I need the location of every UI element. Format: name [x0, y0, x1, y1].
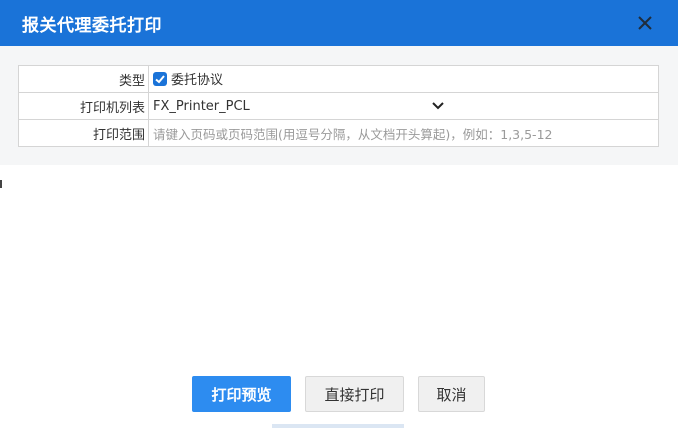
printer-value: FX_Printer_PCL: [153, 98, 250, 114]
close-icon[interactable]: [634, 12, 656, 34]
range-label: 打印范围: [18, 119, 149, 147]
edge-mark: [0, 180, 2, 188]
chevron-down-icon[interactable]: [432, 99, 444, 114]
range-placeholder: 请键入页码或页码范围(用逗号分隔，从文档开头算起)，例如：1,3,5-12: [153, 126, 553, 142]
form-area: 类型 委托协议 打印机列表 FX_Printer_PCL 打印范围 请键入页码或…: [0, 46, 678, 165]
type-value: 委托协议: [148, 65, 659, 93]
type-label: 类型: [18, 65, 149, 93]
check-icon[interactable]: [153, 71, 167, 86]
type-row: 类型 委托协议: [18, 65, 659, 93]
printer-row: 打印机列表 FX_Printer_PCL: [18, 92, 659, 120]
background-strip: [272, 424, 404, 428]
type-checkbox-group[interactable]: 委托协议: [153, 69, 223, 88]
print-form: 类型 委托协议 打印机列表 FX_Printer_PCL 打印范围 请键入页码或…: [18, 65, 659, 147]
range-row: 打印范围 请键入页码或页码范围(用逗号分隔，从文档开头算起)，例如：1,3,5-…: [18, 119, 659, 147]
range-input[interactable]: 请键入页码或页码范围(用逗号分隔，从文档开头算起)，例如：1,3,5-12: [148, 119, 659, 147]
print-preview-button[interactable]: 打印预览: [192, 376, 291, 412]
dialog-title: 报关代理委托打印: [22, 16, 162, 36]
direct-print-button[interactable]: 直接打印: [305, 376, 404, 412]
printer-label: 打印机列表: [18, 92, 149, 120]
dialog-titlebar: 报关代理委托打印: [0, 0, 678, 46]
printer-select-cell: FX_Printer_PCL: [148, 92, 659, 120]
type-option-label[interactable]: 委托协议: [171, 69, 223, 88]
cancel-button[interactable]: 取消: [418, 376, 485, 412]
printer-select[interactable]: FX_Printer_PCL: [153, 99, 444, 114]
